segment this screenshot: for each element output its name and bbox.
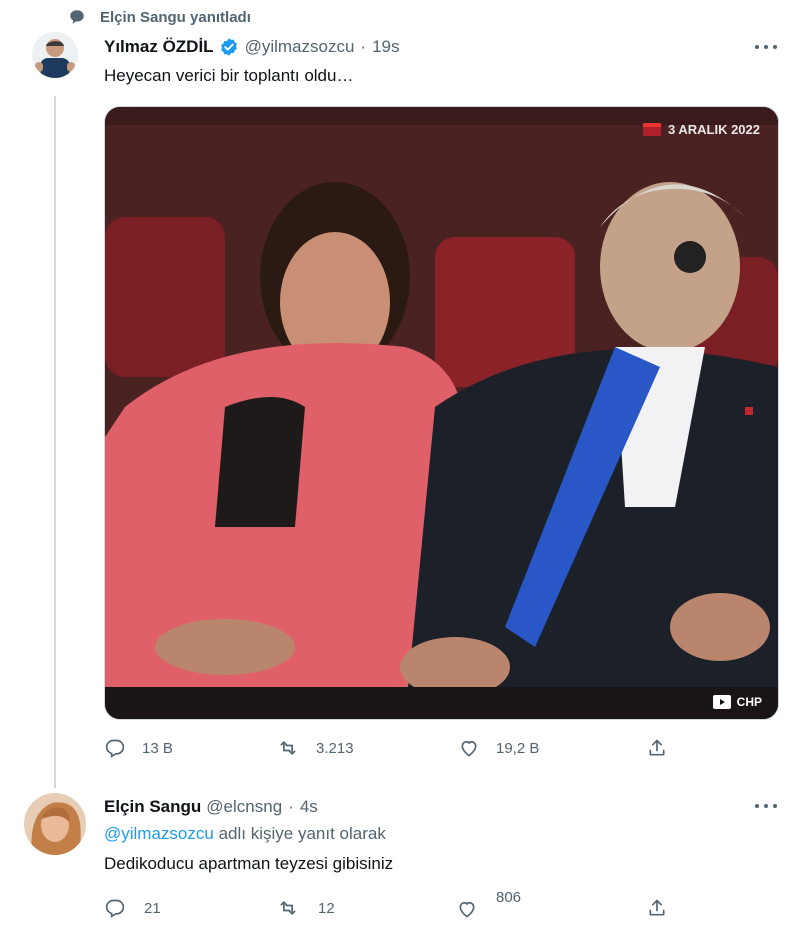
reply-author-name[interactable]: Elçin Sangu [104,797,201,817]
thread-line [54,96,56,788]
author-handle[interactable]: @yilmazsozcu [245,37,355,57]
reply-reply-button[interactable]: 21 [104,898,161,918]
heart-icon [459,901,475,918]
retweet-icon [280,741,296,755]
reply-count: 13 B [142,739,173,757]
reply-retweet-count: 12 [318,899,335,917]
retweet-button[interactable]: 3.213 [276,738,354,758]
tweet-timestamp[interactable]: 19s [372,37,399,57]
share-icon [649,739,665,756]
separator-dot: · [360,37,367,56]
tweet-media-video[interactable]: 3 ARALIK 2022 CHP [104,106,779,720]
like-count: 19,2 B [496,739,540,757]
speech-bubble-icon [70,10,84,24]
replying-to-suffix: adlı kişiye yanıt olarak [218,824,386,843]
share-icon [649,899,665,916]
reply-icon [105,899,125,918]
verified-badge-icon [219,37,239,57]
reply-like-count: 806 [496,888,522,906]
reply-button[interactable]: 13 B [104,738,173,758]
calendar-icon [643,123,661,136]
reply-header: Elçin Sangu @elcnsng · 4s [104,795,318,819]
reply-reply-count: 21 [144,899,161,917]
reply-timestamp[interactable]: 4s [300,797,318,817]
date-badge: 3 ARALIK 2022 [642,121,760,137]
date-badge-text: 3 ARALIK 2022 [668,121,760,137]
reply-icon [105,739,125,758]
heart-icon [461,740,477,757]
reply-share-button[interactable] [647,897,667,919]
social-context[interactable]: Elçin Sangu yanıtladı [68,7,251,27]
replying-to-handle[interactable]: @yilmazsozcu [104,824,214,843]
source-badge-text: CHP [736,695,762,709]
share-button[interactable] [647,737,667,759]
tweet-text: Heyecan verici bir toplantı oldu… [104,66,354,85]
reply-author-handle[interactable]: @elcnsng [206,797,282,817]
more-options-icon[interactable] [755,43,777,51]
retweet-icon [280,901,296,915]
separator-dot: · [288,797,294,816]
reply-more-options-icon[interactable] [755,802,777,810]
replying-to: @yilmazsozcu adlı kişiye yanıt olarak [104,823,386,845]
reply-retweet-button[interactable]: 12 [276,898,335,918]
reply-actions: 21 12 806 [0,889,800,920]
author-avatar[interactable] [32,32,78,78]
author-name[interactable]: Yılmaz ÖZDİL [104,37,214,57]
like-button[interactable]: 19,2 B [458,738,539,758]
reply-text: Dedikoducu apartman teyzesi gibisiniz [104,854,394,873]
source-badge: CHP [712,695,762,709]
play-icon [712,695,731,709]
tweet-actions: 13 B 3.213 19,2 B [0,736,800,760]
tweet-header: Yılmaz ÖZDİL @yilmazsozcu · 19s [104,35,400,59]
retweet-count: 3.213 [316,739,354,757]
social-context-label: Elçin Sangu yanıtladı [100,8,251,26]
reply-like-button[interactable]: 806 [456,889,521,919]
reply-author-avatar[interactable] [24,793,86,855]
